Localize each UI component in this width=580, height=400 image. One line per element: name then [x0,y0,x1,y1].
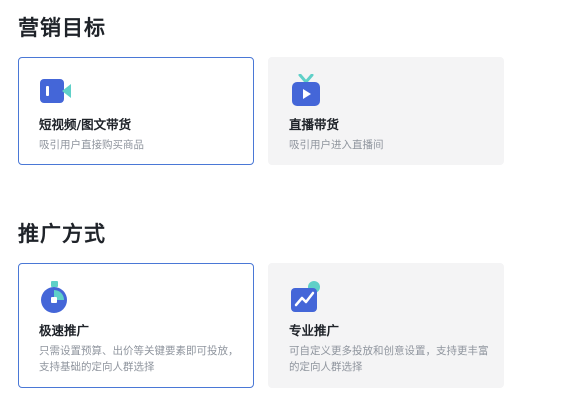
tv-icon [292,74,320,106]
card-live-goods[interactable]: 直播带货 吸引用户进入直播间 [268,57,504,165]
card-description: 可自定义更多投放和创意设置，支持更丰富的定向人群选择 [289,345,489,373]
card-title: 极速推广 [39,323,90,338]
stopwatch-icon [41,281,67,313]
card-pro-promotion[interactable]: 专业推广 可自定义更多投放和创意设置，支持更丰富的定向人群选择 [268,263,504,388]
video-camera-icon [40,79,71,103]
card-description: 吸引用户进入直播间 [289,139,384,151]
trend-chart-icon [291,281,320,312]
card-description: 吸引用户直接购买商品 [39,139,144,151]
card-fast-promotion[interactable]: 极速推广 只需设置预算、出价等关键要素即可投放，支持基础的定向人群选择 [18,263,254,388]
card-title: 专业推广 [289,323,340,338]
section-title-promotion-mode: 推广方式 [18,222,106,246]
card-short-video-goods[interactable]: 短视频/图文带货 吸引用户直接购买商品 [18,57,254,165]
card-description: 只需设置预算、出价等关键要素即可投放，支持基础的定向人群选择 [39,345,239,373]
card-title: 直播带货 [289,117,340,132]
card-title: 短视频/图文带货 [39,117,132,132]
section-title-marketing-goal: 营销目标 [18,16,106,40]
